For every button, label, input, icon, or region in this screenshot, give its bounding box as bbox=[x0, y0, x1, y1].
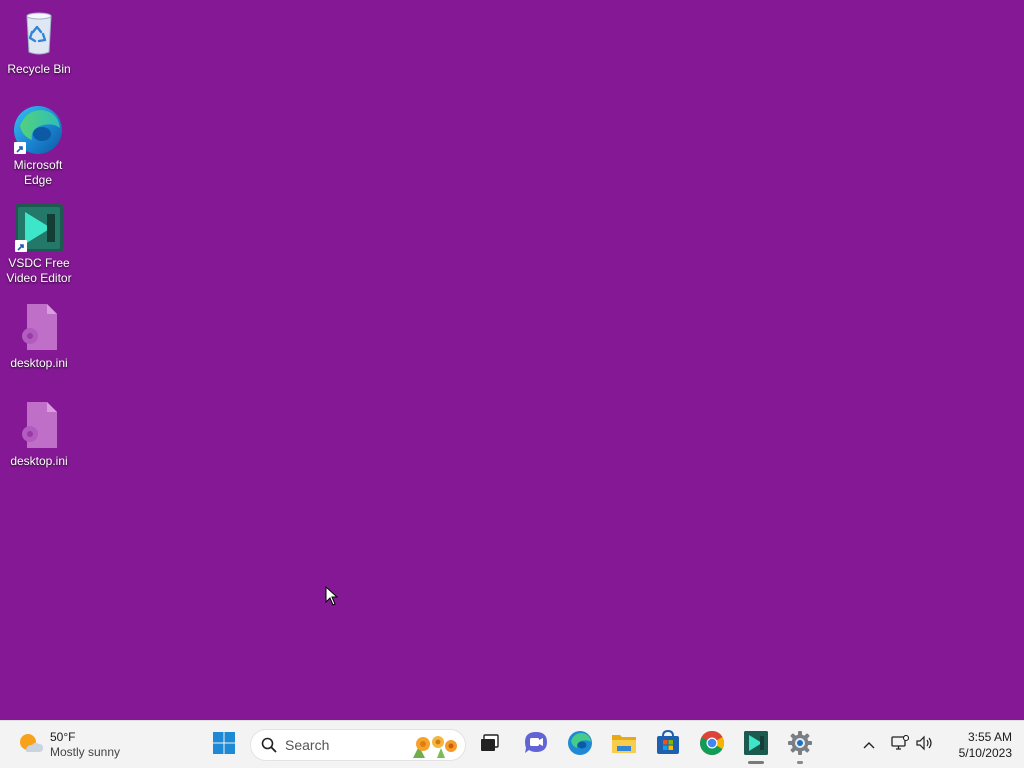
chrome-icon bbox=[699, 730, 725, 761]
weather-widget[interactable]: 50°F Mostly sunny bbox=[16, 727, 120, 763]
clock-time: 3:55 AM bbox=[967, 730, 1012, 744]
settings-file-icon bbox=[13, 400, 65, 452]
partly-sunny-icon bbox=[16, 729, 44, 762]
desktop-icon-desktop-ini[interactable]: desktop.ini bbox=[1, 400, 77, 469]
folder-icon bbox=[611, 731, 637, 760]
chevron-up-icon bbox=[863, 736, 875, 754]
desktop-icon-label: desktop.ini bbox=[10, 356, 68, 370]
clock-date: 5/10/2023 bbox=[958, 746, 1012, 760]
vsdc-icon bbox=[13, 202, 65, 254]
desktop-icon-recycle-bin[interactable]: Recycle Bin bbox=[1, 8, 77, 77]
chat-button[interactable] bbox=[516, 725, 556, 765]
desktop-icon-vsdc[interactable]: VSDC Free Video Editor bbox=[1, 202, 77, 286]
running-indicator bbox=[748, 761, 764, 764]
edge-icon bbox=[567, 730, 593, 761]
gear-icon bbox=[787, 730, 813, 761]
task-view-button[interactable] bbox=[470, 725, 510, 765]
shortcut-arrow-icon bbox=[15, 240, 27, 252]
taskbar-edge-button[interactable] bbox=[560, 725, 600, 765]
search-box[interactable]: Search bbox=[250, 729, 466, 761]
chat-icon bbox=[523, 730, 549, 761]
shortcut-arrow-icon bbox=[14, 142, 26, 154]
desktop-icon-desktop-ini[interactable]: desktop.ini bbox=[1, 302, 77, 371]
desktop-icon-label: Microsoft Edge bbox=[13, 158, 63, 187]
mouse-cursor-icon bbox=[325, 585, 339, 611]
search-placeholder: Search bbox=[285, 737, 330, 753]
start-button[interactable] bbox=[204, 725, 244, 765]
taskbar: 50°F Mostly sunny Search 3:55 AM 5/10/20… bbox=[0, 720, 1024, 768]
task-view-icon bbox=[479, 732, 501, 759]
desktop[interactable]: Recycle Bin Microsoft Edge VSDC Free Vid… bbox=[0, 0, 1024, 720]
recycle-bin-icon bbox=[13, 8, 65, 60]
edge-icon bbox=[12, 104, 64, 156]
store-icon bbox=[655, 729, 681, 761]
settings-file-icon bbox=[13, 302, 65, 354]
network-icon bbox=[891, 734, 910, 756]
speaker-icon bbox=[916, 735, 934, 756]
settings-button[interactable] bbox=[780, 725, 820, 765]
desktop-icon-label: desktop.ini bbox=[10, 454, 68, 468]
weather-condition: Mostly sunny bbox=[50, 745, 121, 759]
clock[interactable]: 3:55 AM 5/10/2023 bbox=[942, 728, 1012, 762]
vsdc-icon bbox=[743, 730, 769, 761]
search-icon bbox=[261, 737, 277, 753]
running-indicator bbox=[797, 761, 803, 764]
microsoft-store-button[interactable] bbox=[648, 725, 688, 765]
volume-button[interactable] bbox=[913, 733, 937, 757]
desktop-icon-label: Recycle Bin bbox=[7, 62, 71, 76]
show-hidden-icons-button[interactable] bbox=[858, 733, 880, 757]
windows-start-icon bbox=[212, 731, 236, 760]
file-explorer-button[interactable] bbox=[604, 725, 644, 765]
network-button[interactable] bbox=[888, 733, 912, 757]
chrome-button[interactable] bbox=[692, 725, 732, 765]
desktop-icon-microsoft-edge[interactable]: Microsoft Edge bbox=[0, 104, 76, 188]
taskbar-vsdc-button[interactable] bbox=[736, 725, 776, 765]
weather-temperature: 50°F bbox=[50, 730, 76, 744]
desktop-icon-label: VSDC Free Video Editor bbox=[6, 256, 72, 285]
search-highlight-flowers-icon bbox=[407, 732, 463, 765]
